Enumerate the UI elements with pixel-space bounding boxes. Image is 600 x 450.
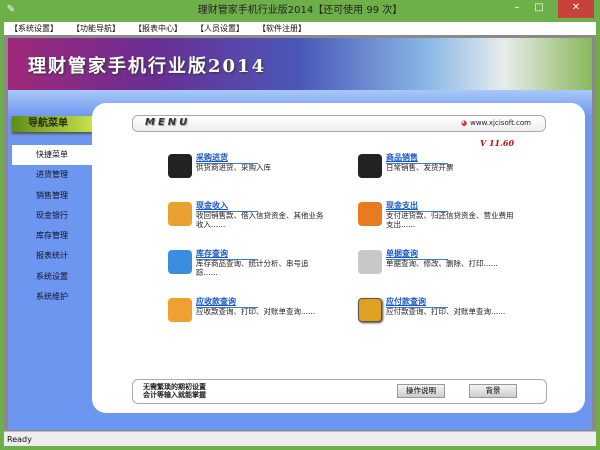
shortcut-item[interactable]: 现金收入 收回销售款、借入信贷资金、其他业务收入......: [168, 200, 348, 240]
payable-icon[interactable]: [358, 298, 382, 322]
background-button[interactable]: 背景: [469, 384, 517, 398]
status-bar: Ready: [4, 431, 596, 446]
receivable-icon[interactable]: [168, 298, 192, 322]
menu-bar: 【系统设置】 【功能导航】 【报表中心】 【人员设置】 【软件注册】: [4, 22, 596, 35]
shortcut-item[interactable]: 库存查询 库存商品查询、统计分析、串号追踪......: [168, 248, 348, 288]
maximize-button[interactable]: □: [528, 0, 550, 18]
cash-out-icon[interactable]: [358, 202, 382, 226]
footer-bar: 无需繁琐的期初设置 会计等输入就能掌握 操作说明 背景: [132, 379, 547, 404]
nav-header: 导航菜单: [12, 116, 92, 132]
shortcut-item[interactable]: 应收款查询 应收款查询、打印、对账单查询......: [168, 296, 348, 336]
menu-software-register[interactable]: 【软件注册】: [258, 22, 306, 35]
sidebar-item-reports[interactable]: 报表统计: [12, 246, 92, 266]
menu-staff-settings[interactable]: 【人员设置】: [196, 22, 244, 35]
shortcut-item[interactable]: 应付款查询 应付款查询、打印、对账单查询......: [358, 296, 538, 336]
menu-label: MENU: [145, 117, 191, 128]
register-icon[interactable]: [168, 154, 192, 178]
sidebar-item-sales[interactable]: 销售管理: [12, 186, 92, 206]
shortcut-item[interactable]: 现金支出 支付进货款、归还信贷资金、营业费用支出......: [358, 200, 538, 240]
sidebar-item-shortcut[interactable]: 快捷菜单: [12, 145, 92, 166]
shortcut-desc: 支付进货款、归还信贷资金、营业费用支出......: [386, 211, 514, 229]
document-icon[interactable]: [358, 250, 382, 274]
shortcut-desc: 单据查询、修改、删除、打印......: [386, 259, 498, 268]
sidebar-item-cash-bank[interactable]: 现金银行: [12, 206, 92, 226]
banner-title: 理财管家手机行业版2014: [28, 56, 267, 77]
shortcut-desc: 应付款查询、打印、对账单查询......: [386, 307, 506, 316]
shortcut-desc: 供货商进货、采购入库: [196, 163, 271, 172]
sidebar-item-purchase[interactable]: 进货管理: [12, 165, 92, 185]
menu-function-nav[interactable]: 【功能导航】: [72, 22, 120, 35]
menu-system-settings[interactable]: 【系统设置】: [10, 22, 58, 35]
shortcut-desc: 日常销售、发货开票: [386, 163, 454, 172]
sidebar-nav: 快捷菜单 进货管理 销售管理 现金银行 库存管理 报表统计 系统设置 系统维护: [12, 145, 92, 307]
register-icon[interactable]: [358, 154, 382, 178]
sidebar-item-system-maintenance[interactable]: 系统维护: [12, 287, 92, 307]
window-title: 理财管家手机行业版2014【还可使用 99 次】: [197, 5, 403, 16]
shortcut-desc: 库存商品查询、统计分析、串号追踪......: [196, 259, 309, 277]
title-bar: ✎ 理财管家手机行业版2014【还可使用 99 次】 – □ ✕: [0, 0, 600, 22]
menu-header: MENU ◕ www.xjcisoft.com: [132, 115, 546, 132]
banner: 理财管家手机行业版2014: [8, 38, 592, 90]
footer-slogan: 无需繁琐的期初设置 会计等输入就能掌握: [143, 383, 206, 399]
shortcut-item[interactable]: 商品销售 日常销售、发货开票: [358, 152, 538, 192]
close-button[interactable]: ✕: [558, 0, 594, 18]
shortcut-item[interactable]: 单据查询 单据查询、修改、删除、打印......: [358, 248, 538, 288]
slogan-line-2: 会计等输入就能掌握: [143, 390, 206, 399]
sidebar-item-system-settings[interactable]: 系统设置: [12, 267, 92, 287]
shortcut-desc: 应收款查询、打印、对账单查询......: [196, 307, 316, 316]
minimize-button[interactable]: –: [506, 0, 528, 18]
menu-report-center[interactable]: 【报表中心】: [134, 22, 182, 35]
cash-in-icon[interactable]: [168, 202, 192, 226]
shortcut-desc: 收回销售款、借入信贷资金、其他业务收入......: [196, 211, 324, 229]
website-text: www.xjcisoft.com: [470, 119, 531, 127]
shortcut-item[interactable]: 采购进货 供货商进货、采购入库: [168, 152, 348, 192]
sidebar-item-inventory[interactable]: 库存管理: [12, 226, 92, 246]
version-label: V 11.60: [480, 138, 515, 148]
help-button[interactable]: 操作说明: [397, 384, 445, 398]
logo-icon: ◕: [461, 119, 468, 127]
app-icon: ✎: [6, 4, 16, 15]
pie-chart-icon[interactable]: [168, 250, 192, 274]
website-link[interactable]: ◕ www.xjcisoft.com: [461, 119, 531, 127]
